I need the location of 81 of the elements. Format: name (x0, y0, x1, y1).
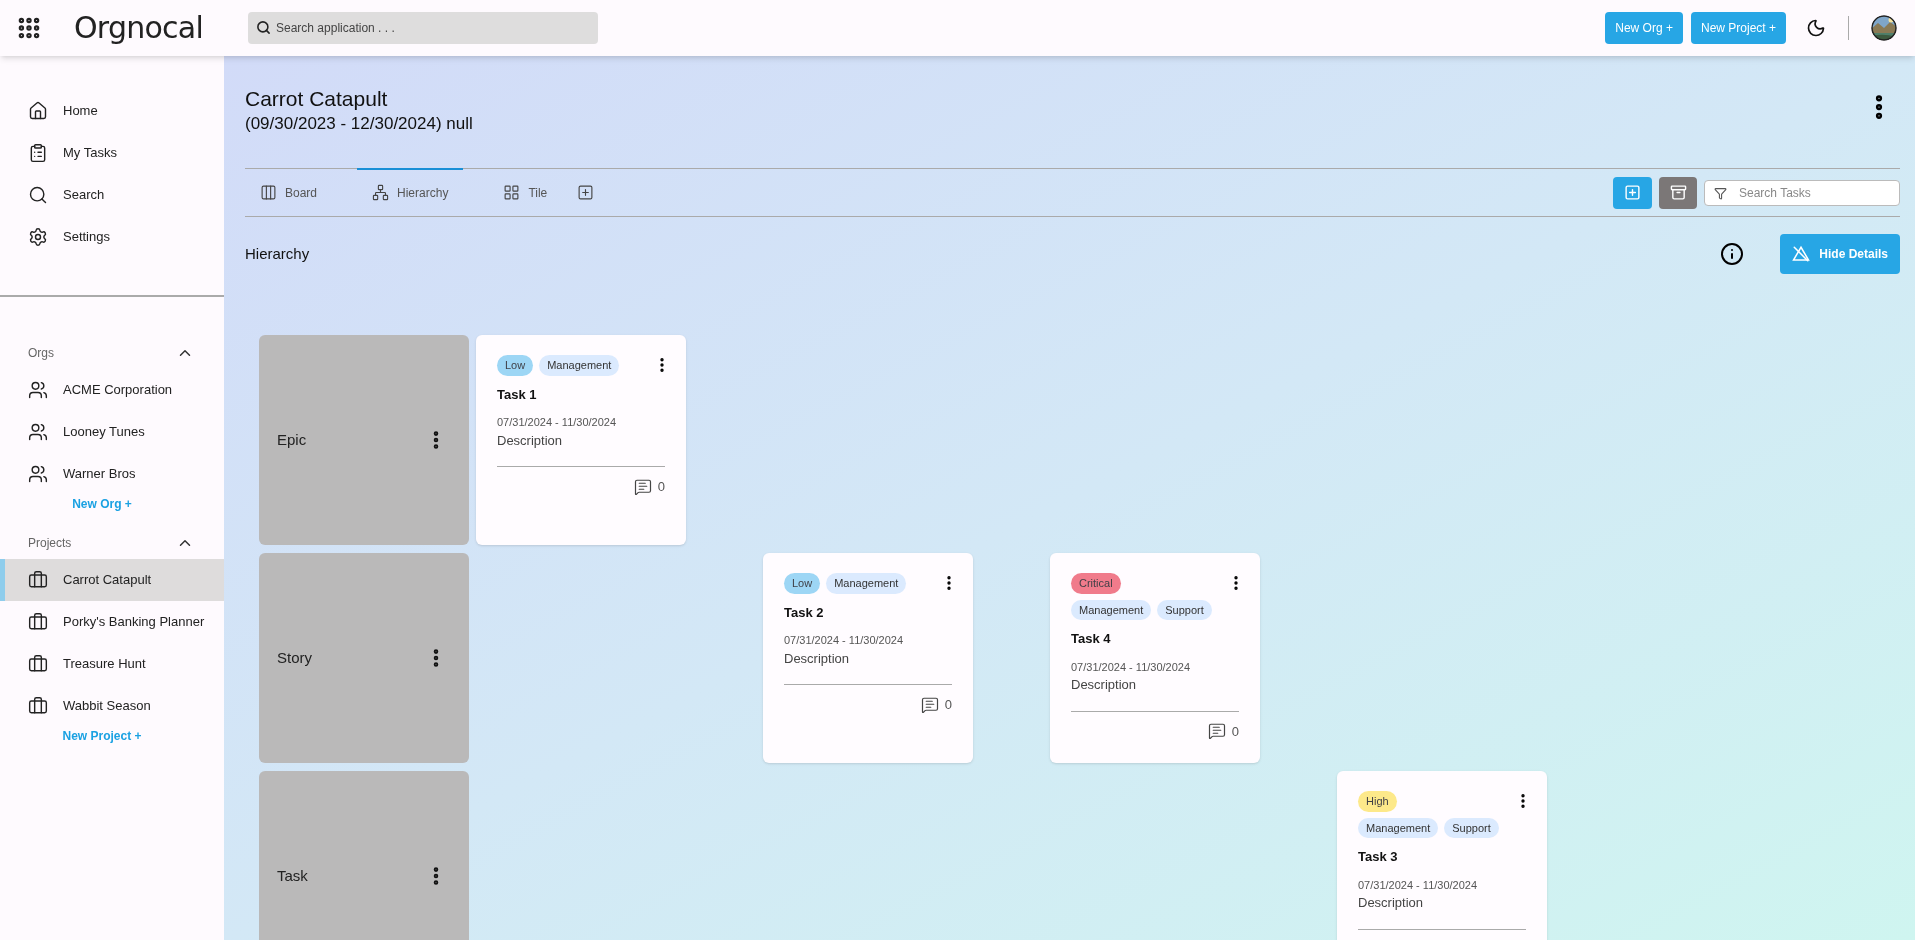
sidebar-item[interactable]: Carrot Catapult (0, 559, 224, 601)
priority-tag: High (1358, 791, 1397, 812)
level-name: Story (277, 647, 312, 668)
sidebar-item[interactable]: ACME Corporation (0, 369, 224, 411)
settings-icon (28, 227, 48, 247)
archive-icon (1669, 184, 1687, 201)
task-dates: 07/31/2024 - 11/30/2024 (784, 633, 905, 648)
search-icon (28, 185, 48, 205)
comment-icon[interactable] (633, 477, 652, 496)
sidebar-item[interactable]: Warner Bros (0, 453, 224, 495)
label-tag: Management (826, 573, 907, 594)
label-tag: Management (1358, 817, 1439, 838)
label-tag: Management (1071, 599, 1152, 620)
task-title: Task 3 (1358, 848, 1399, 866)
dark-mode-icon[interactable] (1806, 18, 1826, 38)
people-icon (28, 422, 48, 442)
sidebar-item[interactable]: Porky's Banking Planner (0, 601, 224, 643)
home-icon (28, 101, 48, 121)
add-square-icon (577, 184, 595, 201)
briefcase-icon (28, 696, 48, 716)
task-title: Task 1 (497, 385, 538, 404)
project-dates: (09/30/2023 - 12/30/2024) null (245, 113, 473, 135)
priority-tag: Critical (1071, 573, 1121, 594)
task-card[interactable]: Low Management Task 2 07/31/2024 - 11/30/2024 Description 0 (763, 553, 973, 763)
search-field[interactable]: Search application . . . (248, 12, 598, 44)
priority-tag: Low (784, 573, 821, 594)
task-description: Description (784, 649, 851, 668)
hierarchy-icon (372, 184, 390, 201)
sidebar-item[interactable]: Wabbit Season (0, 685, 224, 727)
people-icon (28, 464, 48, 484)
view-title: Hierarchy (245, 243, 310, 264)
briefcase-icon (28, 570, 48, 590)
view-tab[interactable]: Board (245, 168, 333, 215)
view-tab[interactable]: Tile (488, 168, 563, 215)
hidden-triangle-icon (1792, 245, 1811, 263)
sidebar-item[interactable]: Treasure Hunt (0, 643, 224, 685)
archive-button[interactable] (1659, 176, 1697, 209)
add-square-icon (1624, 184, 1641, 201)
columns-icon (260, 184, 277, 201)
view-tab[interactable]: Hierarchy (357, 168, 464, 215)
sidebar-item[interactable]: Looney Tunes (0, 411, 224, 453)
task-search-field[interactable]: Search Tasks (1704, 179, 1900, 206)
task-dates: 07/31/2024 - 11/30/2024 (497, 415, 618, 430)
nav-item[interactable]: My Tasks (0, 132, 224, 174)
task-dates: 07/31/2024 - 11/30/2024 (1071, 659, 1192, 675)
comment-count: 0 (944, 696, 952, 714)
task-card[interactable]: Critical Management Support Task 4 07/31/2024 - 11/30/2024 Description 0 (1050, 553, 1260, 763)
task-card[interactable]: High Management Support Task 3 07/31/2024 - 11/30/2024 Description (1337, 771, 1547, 940)
comment-count: 0 (1231, 722, 1239, 741)
briefcase-icon (28, 612, 48, 632)
priority-tag: Low (497, 355, 534, 376)
clipboard-icon (28, 143, 48, 163)
briefcase-icon (28, 654, 48, 674)
task-title: Task 2 (784, 603, 825, 622)
comment-icon[interactable] (1207, 722, 1226, 741)
nav-item[interactable]: Settings (0, 216, 224, 258)
section-title: Orgs (28, 345, 54, 362)
nav-item[interactable]: Search (0, 174, 224, 216)
task-description: Description (497, 431, 564, 450)
label-tag: Management (539, 355, 620, 376)
task-card[interactable]: Low Management Task 1 07/31/2024 - 11/30/2024 Description 0 (476, 335, 686, 545)
nav-item[interactable]: Home (0, 90, 224, 132)
task-dates: 07/31/2024 - 11/30/2024 (1358, 877, 1479, 893)
grid-icon (503, 184, 521, 201)
level-name: Task (277, 865, 308, 886)
task-description: Description (1358, 894, 1425, 912)
search-icon (256, 20, 271, 35)
level-name: Epic (277, 429, 307, 450)
comment-count: 0 (657, 478, 665, 496)
logo[interactable]: Orgnocal (74, 13, 224, 43)
section-title: Projects (28, 535, 72, 552)
label-tag: Support (1157, 599, 1212, 620)
apps-icon[interactable] (16, 15, 42, 41)
comment-icon[interactable] (920, 695, 939, 714)
task-description: Description (1071, 676, 1138, 694)
filter-icon (1714, 186, 1727, 200)
project-title: Carrot Catapult (245, 86, 389, 112)
people-icon (28, 380, 48, 400)
label-tag: Support (1444, 817, 1499, 838)
info-icon[interactable] (1720, 242, 1745, 266)
task-title: Task 4 (1071, 630, 1112, 648)
